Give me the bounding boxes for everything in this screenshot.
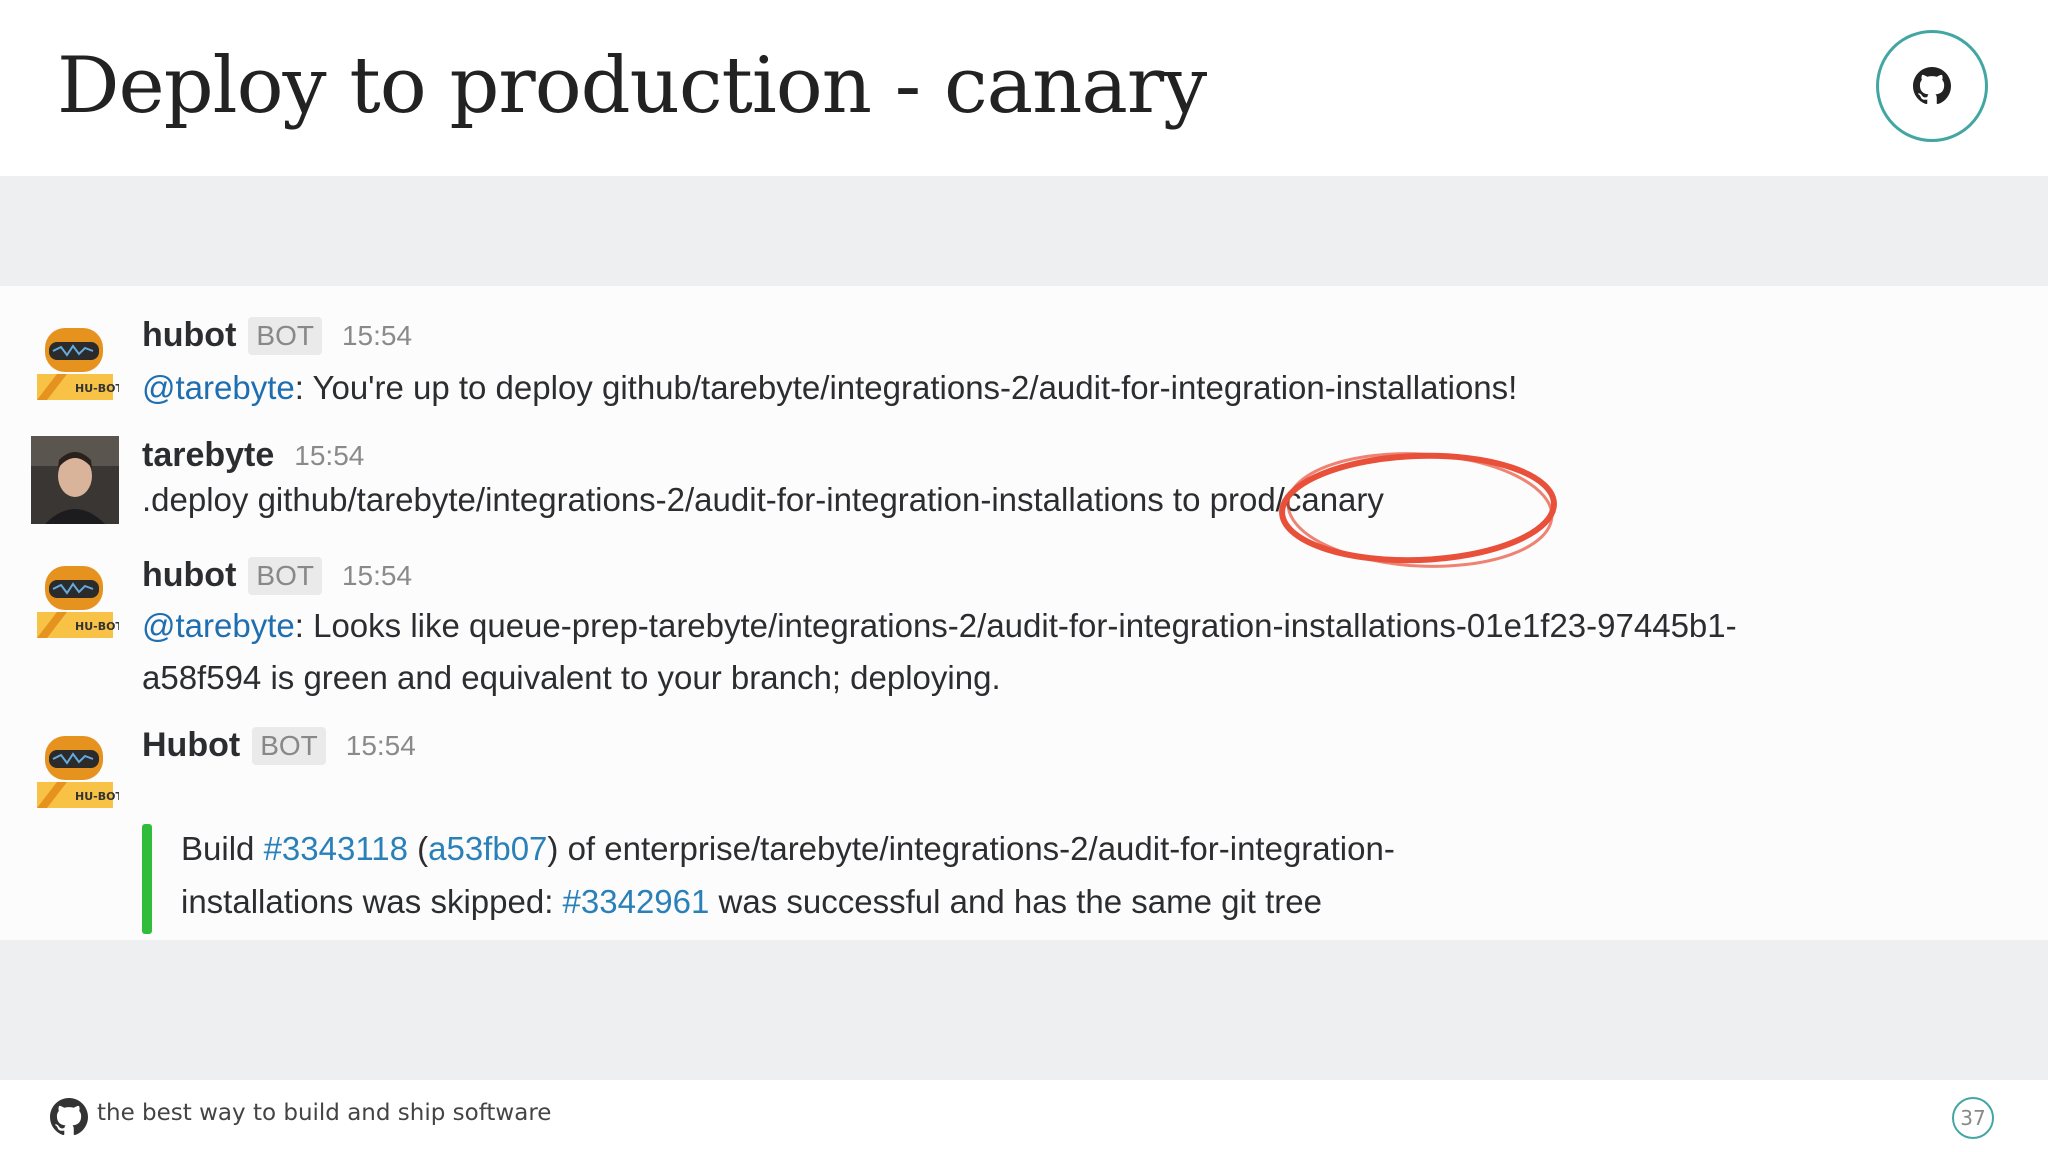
message-line: @tarebyte: Looks like queue-prep-tarebyt…: [142, 600, 1737, 652]
timestamp[interactable]: 15:54: [294, 440, 364, 471]
page-number-badge: 37: [1952, 1097, 1994, 1139]
github-logo-badge: [1876, 30, 1988, 142]
message-header: hubot BOT 15:54: [142, 556, 412, 598]
hubot-avatar-icon[interactable]: HU-BOT: [31, 318, 119, 406]
attachment-text-prefix: Build: [181, 830, 264, 867]
attachment-line2-rest: was successful and has the same git tree: [709, 883, 1323, 920]
svg-text:HU-BOT: HU-BOT: [75, 790, 119, 803]
message-text: @tarebyte: Looks like queue-prep-tarebyt…: [142, 600, 1737, 704]
user-mention[interactable]: @tarebyte: [142, 607, 295, 644]
gray-band-top: [0, 176, 2048, 286]
author-name[interactable]: hubot: [142, 316, 236, 354]
message-text-content: : You're up to deploy github/tarebyte/in…: [294, 369, 1518, 406]
slide-header: Deploy to production - canary: [0, 0, 2048, 176]
github-octocat-icon: [50, 1098, 88, 1136]
attachment-text-rest: ) of enterprise/tarebyte/integrations-2/…: [547, 830, 1395, 867]
message-text-content: : Looks like queue-prep-tarebyte/integra…: [294, 607, 1737, 644]
chat-log: HU-BOT hubot BOT 15:54 @tarebyte: You're u…: [0, 286, 2048, 940]
attachment-text: Build #3343118 (a53fb07) of enterprise/t…: [181, 822, 1395, 928]
user-mention[interactable]: @tarebyte: [142, 369, 295, 406]
attachment-line: installations was skipped: #3342961 was …: [181, 875, 1395, 928]
build-link[interactable]: #3343118: [264, 830, 408, 867]
message-text: .deploy github/tarebyte/integrations-2/a…: [142, 481, 1384, 518]
timestamp[interactable]: 15:54: [342, 560, 412, 591]
svg-text:HU-BOT: HU-BOT: [75, 382, 119, 395]
message-header: Hubot BOT 15:54: [142, 726, 416, 768]
attachment-color-bar: [142, 824, 152, 934]
timestamp[interactable]: 15:54: [346, 730, 416, 761]
message-line: a58f594 is green and equivalent to your …: [142, 659, 1001, 696]
author-name[interactable]: Hubot: [142, 726, 240, 764]
svg-text:HU-BOT: HU-BOT: [75, 620, 119, 633]
attachment-line2-prefix: installations was skipped:: [181, 883, 563, 920]
bot-badge: BOT: [252, 726, 326, 765]
message-header: tarebyte 15:54: [142, 436, 364, 478]
github-octocat-icon: [1913, 67, 1951, 105]
attachment-line: Build #3343118 (a53fb07) of enterprise/t…: [181, 822, 1395, 875]
footer-tagline: the best way to build and ship software: [97, 1100, 552, 1126]
gray-band-bottom: [0, 940, 2048, 1080]
previous-build-link[interactable]: #3342961: [563, 883, 710, 920]
hubot-avatar-icon[interactable]: HU-BOT: [31, 556, 119, 644]
bot-badge: BOT: [248, 556, 322, 595]
message-text: @tarebyte: You're up to deploy github/ta…: [142, 362, 1517, 414]
timestamp[interactable]: 15:54: [342, 320, 412, 351]
slide-title: Deploy to production - canary: [57, 41, 1207, 131]
commit-sha-link[interactable]: a53fb07: [428, 830, 547, 867]
paren-open: (: [407, 830, 429, 867]
author-name[interactable]: tarebyte: [142, 436, 274, 474]
bot-badge: BOT: [248, 316, 322, 355]
hubot-avatar-icon[interactable]: HU-BOT: [31, 726, 119, 814]
user-avatar-icon[interactable]: [31, 436, 119, 524]
message-header: hubot BOT 15:54: [142, 316, 412, 358]
author-name[interactable]: hubot: [142, 556, 236, 594]
